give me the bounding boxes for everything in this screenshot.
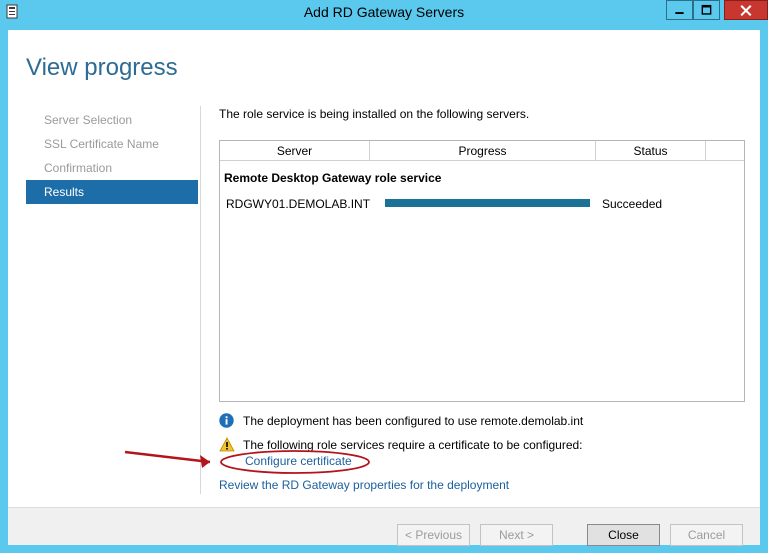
row-progress-fill: [385, 199, 590, 207]
row-server-name: RDGWY01.DEMOLAB.INT: [226, 197, 371, 211]
intro-text: The role service is being installed on t…: [219, 107, 530, 121]
nav-item-ssl-certificate-name[interactable]: SSL Certificate Name: [26, 132, 198, 156]
close-button[interactable]: Close: [587, 524, 660, 546]
close-icon: [740, 5, 752, 17]
column-header-progress[interactable]: Progress: [370, 141, 596, 161]
minimize-icon: [675, 12, 684, 14]
minimize-button[interactable]: [666, 0, 693, 20]
next-button[interactable]: Next >: [480, 524, 553, 546]
maximize-icon: [701, 4, 712, 15]
column-header-empty: [706, 141, 744, 161]
row-progress-bar: [385, 199, 590, 207]
info-message-text: The deployment has been configured to us…: [243, 414, 584, 428]
cancel-button[interactable]: Cancel: [670, 524, 743, 546]
close-window-button[interactable]: [724, 0, 768, 20]
wizard-content: View progress Server Selection SSL Certi…: [8, 30, 760, 546]
wizard-footer: < Previous Next > Close Cancel: [8, 507, 760, 546]
wizard-window: Add RD Gateway Servers View progress Ser…: [0, 0, 768, 553]
column-header-status[interactable]: Status: [596, 141, 706, 161]
table-header: Server Progress Status: [220, 141, 744, 161]
nav-item-server-selection[interactable]: Server Selection: [26, 108, 198, 132]
nav-item-confirmation[interactable]: Confirmation: [26, 156, 198, 180]
progress-table: Server Progress Status Remote Desktop Ga…: [219, 140, 745, 402]
configure-certificate-link[interactable]: Configure certificate: [245, 454, 352, 468]
window-title: Add RD Gateway Servers: [303, 4, 465, 20]
previous-button[interactable]: < Previous: [397, 524, 470, 546]
nav-item-results[interactable]: Results: [26, 180, 198, 204]
review-properties-link[interactable]: Review the RD Gateway properties for the…: [219, 478, 509, 492]
maximize-button[interactable]: [693, 0, 720, 20]
column-header-server[interactable]: Server: [220, 141, 370, 161]
title-bar[interactable]: Add RD Gateway Servers: [0, 0, 768, 26]
row-status: Succeeded: [602, 197, 663, 211]
info-icon: [219, 413, 234, 428]
table-group-label: Remote Desktop Gateway role service: [224, 171, 442, 185]
wizard-nav: Server Selection SSL Certificate Name Co…: [26, 108, 198, 204]
nav-divider: [200, 106, 201, 494]
page-title: View progress: [26, 54, 178, 81]
